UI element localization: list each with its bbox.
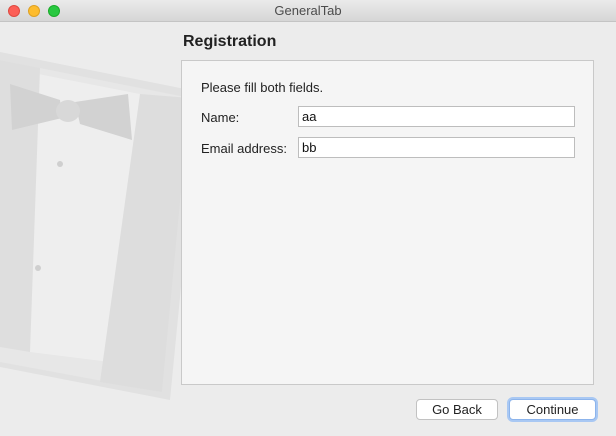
instructions-text: Please fill both fields. <box>201 80 324 95</box>
name-label: Name: <box>201 110 240 125</box>
page-title: Registration <box>183 33 277 50</box>
continue-button[interactable]: Continue <box>509 399 596 420</box>
email-field[interactable] <box>298 137 575 158</box>
window-title: GeneralTab <box>274 3 342 18</box>
name-field[interactable] <box>298 106 575 127</box>
email-label: Email address: <box>201 141 287 156</box>
registration-panel: Please fill both fields. Name: Email add… <box>181 60 594 385</box>
window: GeneralTab Registration Please fill both… <box>0 0 616 436</box>
title-bar[interactable]: GeneralTab <box>0 0 616 22</box>
go-back-button[interactable]: Go Back <box>416 399 498 420</box>
